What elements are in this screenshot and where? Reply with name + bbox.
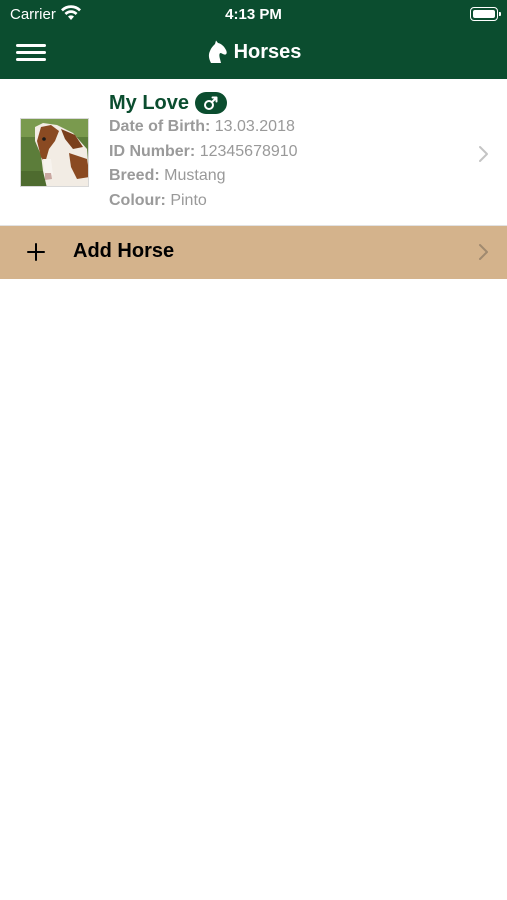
breed-value: Mustang xyxy=(164,167,226,184)
dob-label: Date of Birth: xyxy=(109,118,211,135)
plus-icon xyxy=(27,243,45,261)
colour-label: Colour: xyxy=(109,191,166,209)
id-number-line: ID Number: 12345678910 xyxy=(109,140,298,165)
add-horse-button[interactable]: Add Horse xyxy=(0,226,507,279)
chevron-right-icon xyxy=(479,244,488,260)
id-label: ID Number: xyxy=(109,142,196,160)
add-horse-label: Add Horse xyxy=(73,240,175,262)
id-value: 12345678910 xyxy=(199,142,298,160)
dob-value: 13.03.2018 xyxy=(214,118,295,135)
status-time: 4:13 PM xyxy=(225,6,282,23)
male-symbol-icon xyxy=(195,92,228,114)
navigation-header: Carrier 4:13 PM Horses xyxy=(0,0,507,79)
horse-photo xyxy=(20,118,89,187)
breed-line: Breed: Mustang xyxy=(109,164,298,189)
breed-label: Breed: xyxy=(109,167,160,184)
battery-icon xyxy=(470,7,501,21)
horse-head-icon xyxy=(208,40,227,63)
colour-value: Pinto xyxy=(170,191,207,209)
horse-list-item[interactable]: My Love Date of Birth: 13.03.2018 ID Num… xyxy=(0,79,507,225)
nav-title-group: Horses xyxy=(0,40,507,64)
status-bar: Carrier 4:13 PM xyxy=(0,0,507,28)
horse-name: My Love xyxy=(109,91,190,114)
horse-info: My Love Date of Birth: 13.03.2018 ID Num… xyxy=(109,91,298,213)
chevron-right-icon xyxy=(479,146,488,162)
page-title: Horses xyxy=(233,40,302,63)
date-of-birth-line: Date of Birth: 13.03.2018 xyxy=(109,115,298,140)
colour-line: Colour: Pinto xyxy=(109,189,298,214)
